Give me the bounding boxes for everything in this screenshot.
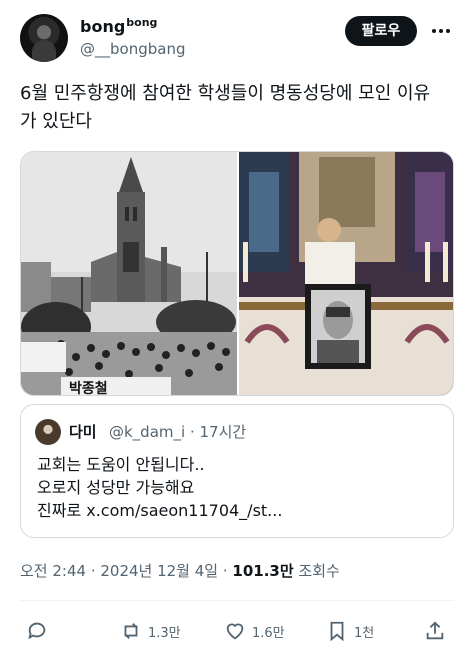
- reply-icon: [28, 622, 46, 640]
- quoted-handle-time: @k_dam_i · 17시간: [109, 423, 247, 441]
- display-name-superscript: bong: [126, 16, 158, 29]
- quoted-text: 교회는 도움이 안됩니다.. 오로지 성당만 가능해요 진짜로 x.com/sa…: [37, 453, 282, 522]
- media-grid[interactable]: 박종철: [20, 151, 454, 396]
- view-count: 101.3만: [232, 562, 294, 580]
- view-label: 조회수: [293, 562, 340, 580]
- like-button[interactable]: 1.6만: [224, 618, 285, 644]
- tweet-text-line-2: 가 있단다: [20, 111, 92, 132]
- quoted-display-name[interactable]: 다미: [69, 421, 97, 442]
- cathedral-protest-photo[interactable]: 박종철: [21, 152, 237, 396]
- quoted-avatar[interactable]: [35, 419, 61, 445]
- share-icon: [426, 621, 444, 640]
- tweet-timestamp: 오전 2:44 · 2024년 12월 4일 · 101.3만 조회수: [20, 560, 340, 581]
- altar-portrait-photo[interactable]: [239, 152, 454, 396]
- banner-sign-text: 박종철: [69, 380, 108, 396]
- divider: [20, 600, 454, 601]
- quoted-text-line-1: 교회는 도움이 안됩니다..: [37, 455, 205, 474]
- retweet-icon: [124, 623, 138, 639]
- display-name[interactable]: bongbong: [80, 16, 157, 36]
- bookmark-button[interactable]: 1천: [326, 618, 374, 644]
- avatar[interactable]: [20, 14, 68, 62]
- follow-button[interactable]: 팔로우: [345, 16, 417, 46]
- retweet-button[interactable]: 1.3만: [120, 618, 181, 644]
- retweet-count: 1.3만: [148, 625, 181, 641]
- tweet-header: bongbong @__bongbang 팔로우: [20, 14, 454, 64]
- tweet-text-line-1: 6월 민주항쟁에 참여한 학생들이 명동성당에 모인 이유: [20, 83, 431, 104]
- share-button[interactable]: [424, 618, 452, 644]
- heart-icon: [226, 623, 244, 640]
- user-handle[interactable]: @__bongbang: [80, 40, 185, 58]
- timestamp-date[interactable]: 오전 2:44 · 2024년 12월 4일 ·: [20, 562, 232, 580]
- like-count: 1.6만: [252, 625, 285, 641]
- more-icon[interactable]: [430, 22, 452, 40]
- quoted-text-line-3: 진짜로 x.com/saeon11704_/st...: [37, 501, 283, 520]
- quoted-text-line-2: 오로지 성당만 가능해요: [37, 478, 195, 497]
- tweet-text: 6월 민주항쟁에 참여한 학생들이 명동성당에 모인 이유 가 있단다: [20, 80, 456, 136]
- bookmark-icon: [330, 621, 344, 642]
- bookmark-count: 1천: [354, 625, 375, 641]
- reply-button[interactable]: [26, 618, 54, 644]
- quoted-tweet[interactable]: 다미 @k_dam_i · 17시간 교회는 도움이 안됩니다.. 오로지 성당…: [20, 404, 454, 538]
- action-bar: 1.3만 1.6만 1천: [20, 612, 454, 648]
